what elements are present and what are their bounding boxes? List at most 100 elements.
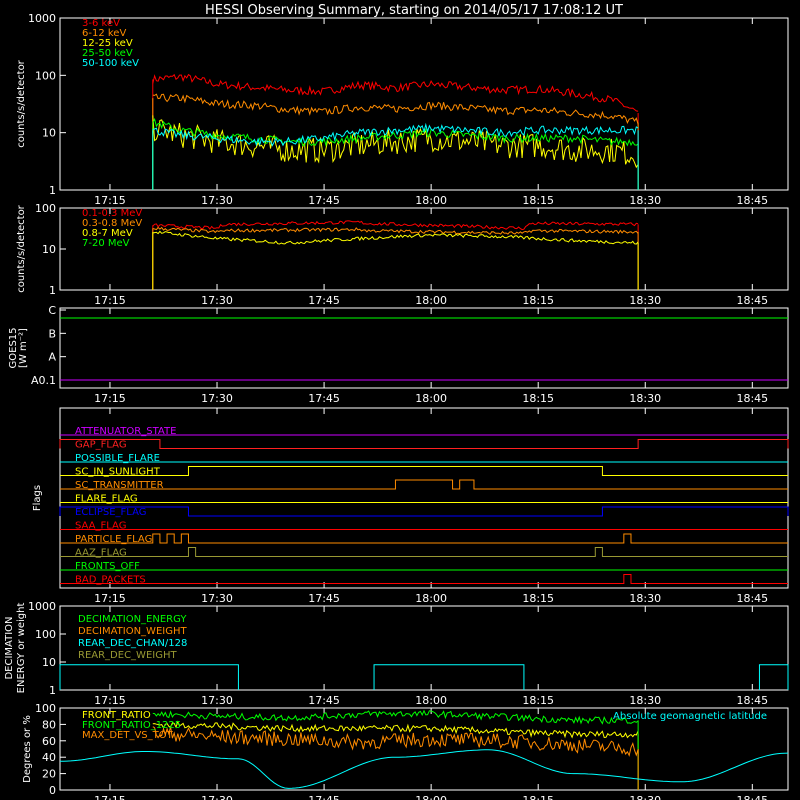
- panel-goes: 17:15 17:30 17:45 18:00 18:15 18:30 18:45 A0.1 A…: [8, 304, 789, 405]
- flag-line: [60, 533, 788, 544]
- x-tick-label: 18:15: [522, 592, 554, 605]
- legend-entry: MAX_DET_VS_TOT: [82, 730, 174, 741]
- flag-line: [59, 506, 789, 517]
- x-tick-label: 18:00: [415, 694, 447, 707]
- x-tick-label: 18:45: [736, 592, 768, 605]
- series-line: [152, 93, 639, 125]
- x-tick-label: 17:15: [94, 294, 126, 307]
- y-tick-label: 1: [49, 284, 56, 297]
- x-tick-label: 17:15: [94, 592, 126, 605]
- y-tick-label: C: [48, 304, 56, 317]
- x-tick-label: 18:00: [415, 592, 447, 605]
- y-tick-label: 100: [35, 628, 56, 641]
- y-tick-label: 60: [42, 735, 56, 748]
- x-tick-label: 17:15: [94, 392, 126, 405]
- x-tick-label: 18:15: [522, 694, 554, 707]
- y-tick-label: A: [48, 351, 56, 364]
- x-tick-label: 18:15: [522, 294, 554, 307]
- panel-frame: [59, 307, 789, 389]
- series-line: [152, 220, 639, 231]
- x-tick-label: 18:30: [629, 694, 661, 707]
- x-tick-label: 18:00: [415, 194, 447, 207]
- y-tick-label: 1: [49, 184, 56, 197]
- series-segment: [59, 664, 239, 690]
- x-tick-label: 17:45: [308, 194, 340, 207]
- legend-entry: DECIMATION_ENERGY: [78, 614, 187, 625]
- x-tick-label: 18:30: [629, 794, 661, 800]
- x-tick-label: 18:45: [736, 392, 768, 405]
- y-tick-label: 0: [49, 784, 56, 797]
- panel-ratios: 17:15 17:30 17:45 18:00 18:15 18:30 18:45 0 20 40…: [22, 702, 789, 800]
- legend-entry: 50-100 keV: [82, 58, 139, 69]
- legend-entry: DECIMATION_WEIGHT: [78, 626, 187, 637]
- x-tick-label: 17:30: [201, 294, 233, 307]
- x-tick-label: 17:30: [201, 694, 233, 707]
- x-tick-label: 18:15: [522, 392, 554, 405]
- flag-line: [60, 574, 788, 584]
- panel-low-energy: 17:15 17:30 17:45 18:00 18:15 18:30 18:45 1 10 10…: [16, 12, 789, 207]
- series-line: [152, 709, 639, 725]
- flag-line: [60, 466, 788, 476]
- y-axis-label: counts/s/detector: [16, 59, 27, 147]
- series-line: [60, 749, 789, 789]
- x-tick-label: 17:15: [94, 794, 126, 800]
- panel-decimation: 17:15 17:30 17:45 18:00 18:15 18:30 18:45 1 10 10…: [4, 600, 789, 707]
- flag-label: GAP_FLAG: [75, 440, 127, 451]
- y-tick-label: 20: [42, 768, 56, 781]
- flag-line: [60, 479, 788, 490]
- chart-title: HESSI Observing Summary, starting on 201…: [205, 3, 623, 18]
- y-tick-label: 1: [49, 684, 56, 697]
- series-line: [152, 230, 639, 245]
- y-axis-label: Degrees or %: [22, 715, 33, 783]
- y-tick-label: 1000: [28, 12, 56, 25]
- y-tick-label: 100: [35, 69, 56, 82]
- x-tick-label: 17:45: [308, 794, 340, 800]
- panel-high-energy: 17:15 17:30 17:45 18:00 18:15 18:30 18:45 1 10 10…: [16, 202, 789, 307]
- x-tick-label: 18:00: [415, 294, 447, 307]
- y-tick-label: 40: [42, 751, 56, 764]
- x-tick-label: 18:30: [629, 392, 661, 405]
- observing-summary-chart: HESSI Observing Summary, starting on 201…: [4, 3, 789, 800]
- y-axis-label: ENERGY or weight: [16, 603, 27, 694]
- y-tick-label: A0.1: [31, 374, 56, 387]
- y-axis-label: Flags: [32, 485, 43, 511]
- x-tick-label: 18:00: [415, 794, 447, 800]
- x-tick-label: 18:45: [736, 794, 768, 800]
- flag-label: ECLIPSE_FLAG: [75, 507, 146, 518]
- y-axis-label: [W m⁻²]: [18, 328, 29, 368]
- x-tick-label: 17:30: [201, 392, 233, 405]
- x-tick-label: 17:15: [94, 694, 126, 707]
- series-segment: [758, 664, 789, 690]
- x-tick-label: 17:45: [308, 592, 340, 605]
- y-tick-label: 100: [35, 702, 56, 715]
- series-line: [152, 115, 639, 169]
- x-tick-label: 17:45: [308, 694, 340, 707]
- legend-entry: REAR_DEC_WEIGHT: [78, 650, 177, 661]
- y-axis-label: counts/s/detector: [16, 204, 27, 292]
- panel-frame: [59, 207, 789, 291]
- panels: 17:15 17:30 17:45 18:00 18:15 18:30 18:4511010…: [4, 12, 789, 800]
- y-tick-label: 10: [42, 656, 56, 669]
- x-tick-label: 17:45: [308, 294, 340, 307]
- y-axis-label: DECIMATION: [4, 616, 15, 679]
- x-tick-label: 18:45: [736, 194, 768, 207]
- x-tick-label: 18:00: [415, 392, 447, 405]
- x-tick-label: 18:15: [522, 194, 554, 207]
- x-tick-label: 18:45: [736, 294, 768, 307]
- flag-line: [60, 547, 788, 557]
- x-tick-label: 17:45: [308, 392, 340, 405]
- legend-entry: 7-20 MeV: [82, 238, 130, 249]
- series-line: [152, 226, 639, 236]
- x-tick-label: 17:30: [201, 794, 233, 800]
- x-tick-label: 18:15: [522, 794, 554, 800]
- panel-frame: [59, 17, 789, 191]
- x-tick-label: 18:30: [629, 592, 661, 605]
- panel-flags: 17:15 17:30 17:45 18:00 18:15 18:30 18:45 Flags…: [32, 407, 789, 605]
- y-tick-label: 80: [42, 718, 56, 731]
- x-tick-label: 18:45: [736, 694, 768, 707]
- series-segment: [373, 664, 525, 690]
- x-tick-label: 17:30: [201, 194, 233, 207]
- y-tick-label: B: [48, 327, 56, 340]
- x-tick-label: 17:30: [201, 592, 233, 605]
- flag-line: [59, 439, 789, 449]
